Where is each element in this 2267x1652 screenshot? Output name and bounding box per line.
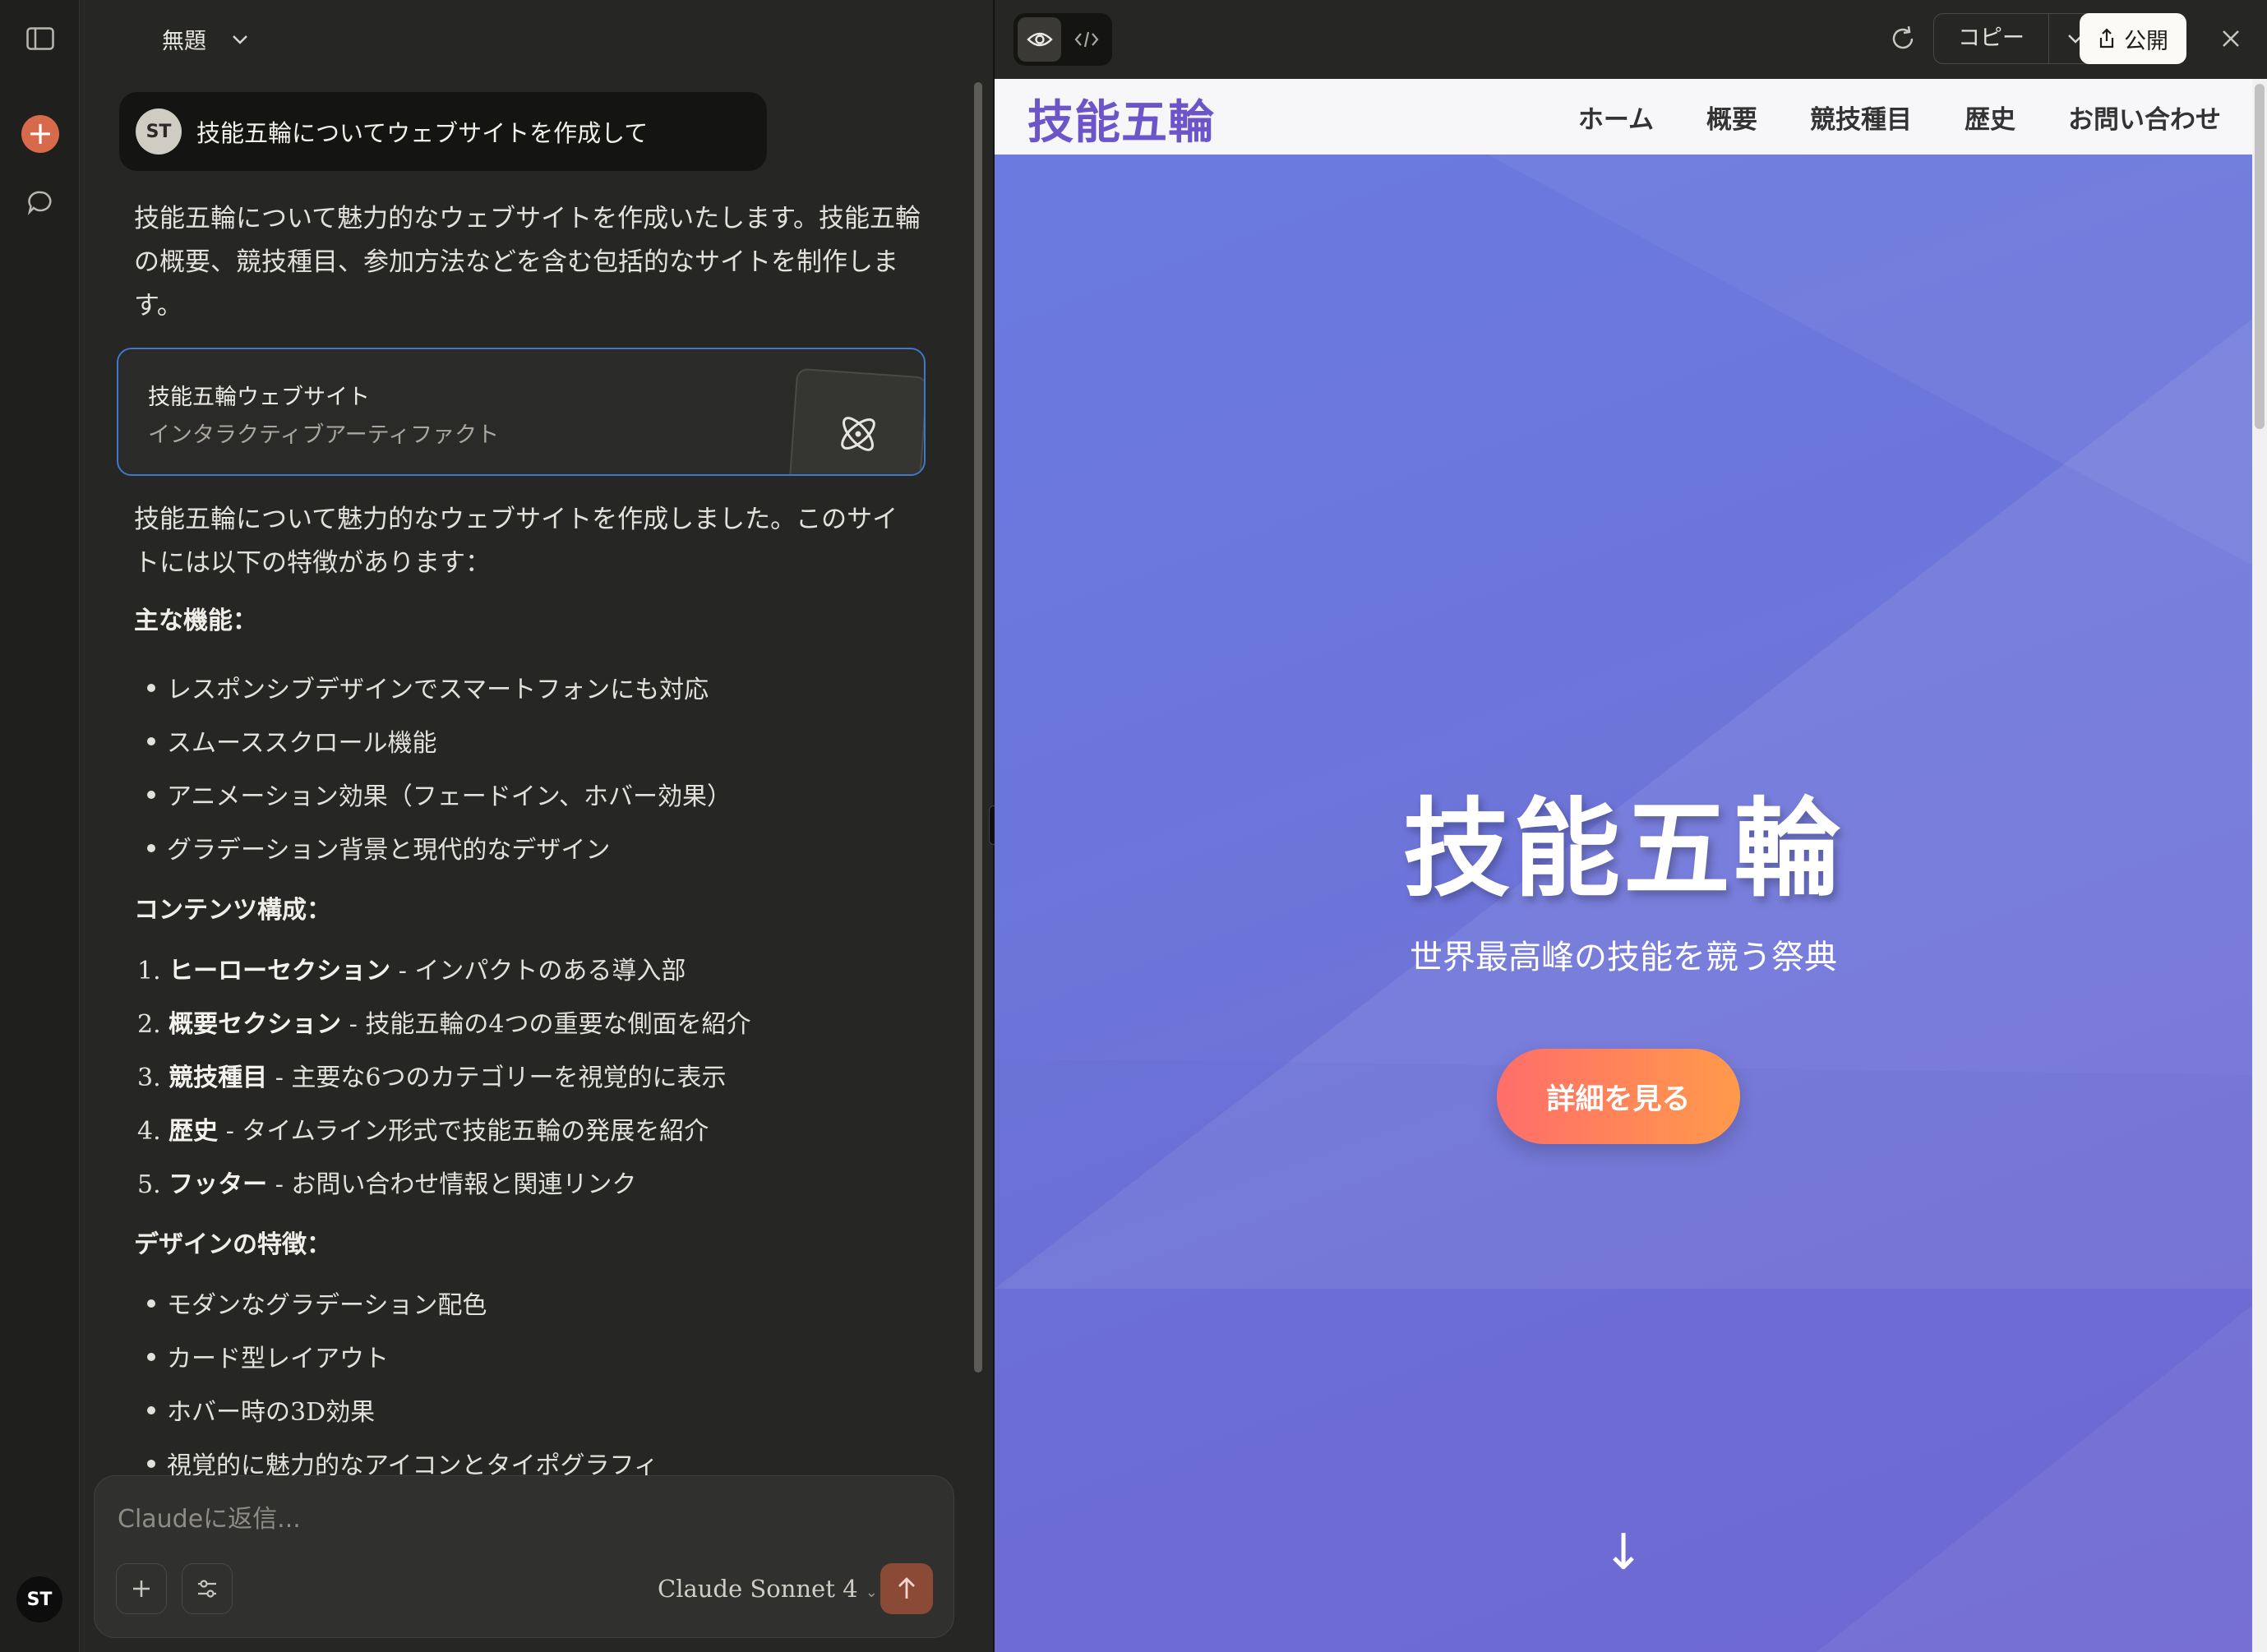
chat-title: 無題 xyxy=(162,29,206,54)
user-message: ST 技能五輪についてウェブサイトを作成して xyxy=(119,92,767,171)
artifact-title: 技能五輪ウェブサイト xyxy=(148,385,370,410)
list-item: 1. ヒーローセクション - インパクトのある導入部 xyxy=(137,950,686,986)
assistant-summary: 技能五輪について魅力的なウェブサイトを作成しました。このサイトには以下の特徴があ… xyxy=(134,505,898,578)
chat-pane: 無題 ST 技能五輪についてウェブサイトを作成して 技能五輪について魅力的なウェ… xyxy=(80,0,993,1652)
list-item: カード型レイアウト xyxy=(147,1338,389,1374)
scrollbar-thumb[interactable] xyxy=(2255,84,2265,429)
plus-icon: + xyxy=(21,115,59,153)
user-avatar[interactable]: ST xyxy=(16,1576,62,1622)
nav-link-overview[interactable]: 概要 xyxy=(1706,99,1757,136)
copy-button[interactable]: コピー xyxy=(1934,14,2049,63)
preview-tab[interactable] xyxy=(1018,17,1061,62)
view-toggle xyxy=(1013,13,1112,66)
content-heading: コンテンツ構成： xyxy=(134,896,331,925)
artifact-panel: コピー 公開 技能五輪 ホーム 概要 競技種目 歴史 お問い合わせ 技能五輪 世… xyxy=(995,0,2267,1652)
item-rest: - お問い合わせ情報と関連リンク xyxy=(267,1170,637,1199)
scroll-down-icon[interactable]: ↓ xyxy=(1603,1524,1644,1581)
item-bold: ヒーローセクション xyxy=(169,957,391,985)
user-message-avatar: ST xyxy=(136,108,182,155)
sliders-icon xyxy=(198,1580,216,1598)
user-message-text: 技能五輪についてウェブサイトを作成して xyxy=(196,119,649,147)
site-logo[interactable]: 技能五輪 xyxy=(1027,85,1215,152)
left-rail: + ST xyxy=(0,0,80,1652)
nav-link-contact[interactable]: お問い合わせ xyxy=(2068,99,2221,136)
list-item: モダンなグラデーション配色 xyxy=(146,1285,487,1321)
item-rest: - インパクトのある導入部 xyxy=(390,957,686,985)
list-item: 5. フッター - お問い合わせ情報と関連リンク xyxy=(137,1164,636,1200)
arrow-up-icon xyxy=(898,1577,915,1599)
publish-label: 公開 xyxy=(2124,28,2168,54)
composer: Claude Sonnet 4 ⌄ xyxy=(94,1475,954,1638)
website-preview: 技能五輪 ホーム 概要 競技種目 歴史 お問い合わせ 技能五輪 世界最高峰の技能… xyxy=(995,79,2252,1652)
item-bold: フッター xyxy=(169,1170,268,1199)
chevron-down-icon: ⌄ xyxy=(865,1584,878,1601)
list-item: 2. 概要セクション - 技能五輪の4つの重要な側面を紹介 xyxy=(137,1004,750,1040)
list-item: スムーススクロール機能 xyxy=(147,722,437,759)
copy-button-group: コピー xyxy=(1933,13,2103,64)
artifact-card[interactable]: 技能五輪ウェブサイト インタラクティブアーティファクト xyxy=(117,348,926,476)
item-bold: 概要セクション xyxy=(169,1010,342,1039)
eye-icon xyxy=(1026,32,1053,47)
tools-button[interactable] xyxy=(182,1563,233,1614)
close-button[interactable] xyxy=(2208,13,2254,64)
code-tab[interactable] xyxy=(1064,17,1108,62)
hero-subtitle: 世界最高峰の技能を競う祭典 xyxy=(1410,939,1837,976)
nav-link-history[interactable]: 歴史 xyxy=(1965,99,2015,136)
item-number: 4. xyxy=(137,1117,161,1146)
item-bold: 歴史 xyxy=(169,1117,219,1146)
preview-scrollbar[interactable] xyxy=(2252,79,2267,1652)
nav-link-events[interactable]: 競技種目 xyxy=(1810,99,1912,136)
item-number: 3. xyxy=(137,1064,161,1092)
chevron-down-icon xyxy=(233,35,247,44)
site-navbar: 技能五輪 ホーム 概要 競技種目 歴史 お問い合わせ xyxy=(995,79,2252,155)
item-bold: 競技種目 xyxy=(169,1064,268,1092)
publish-button[interactable]: 公開 xyxy=(2080,13,2186,64)
design-heading: デザインの特徴： xyxy=(134,1230,331,1259)
new-chat-button[interactable]: + xyxy=(20,113,61,155)
list-item: ホバー時の3D効果 xyxy=(146,1391,375,1428)
item-number: 1. xyxy=(137,957,161,985)
artifact-subtitle: インタラクティブアーティファクト xyxy=(148,422,500,448)
react-atom-icon xyxy=(787,367,924,474)
chats-icon[interactable] xyxy=(20,182,61,224)
chat-title-menu[interactable]: 無題 xyxy=(162,23,249,55)
site-nav-links: ホーム 概要 競技種目 歴史 お問い合わせ xyxy=(1578,99,2221,136)
refresh-button[interactable] xyxy=(1880,13,1926,64)
details-button[interactable]: 詳細を見る xyxy=(1497,1049,1740,1144)
item-rest: - 主要な6つのカテゴリーを視覚的に表示 xyxy=(267,1064,727,1092)
close-icon xyxy=(2223,30,2239,47)
list-item: 3. 競技種目 - 主要な6つのカテゴリーを視覚的に表示 xyxy=(137,1057,726,1093)
item-rest: - タイムライン形式で技能五輪の発展を紹介 xyxy=(218,1117,709,1146)
hero-section: 技能五輪 世界最高峰の技能を競う祭典 詳細を見る ↓ xyxy=(995,155,2252,1652)
model-name: Claude Sonnet 4 xyxy=(658,1575,858,1603)
reply-input[interactable] xyxy=(118,1501,923,1537)
hero-title: 技能五輪 xyxy=(1402,787,1844,911)
list-item: グラデーション背景と現代的なデザイン xyxy=(146,829,610,865)
send-button[interactable] xyxy=(880,1563,933,1614)
model-selector[interactable]: Claude Sonnet 4 ⌄ xyxy=(658,1575,878,1603)
attach-button[interactable] xyxy=(116,1563,167,1614)
assistant-intro: 技能五輪について魅力的なウェブサイトを作成いたします。技能五輪の概要、競技種目、… xyxy=(134,204,921,321)
list-item: アニメーション効果（フェードイン、ホバー効果） xyxy=(147,776,732,812)
item-number: 5. xyxy=(137,1170,161,1199)
features-heading: 主な機能： xyxy=(134,607,257,635)
chat-scrollbar[interactable] xyxy=(974,82,982,1373)
nav-link-home[interactable]: ホーム xyxy=(1578,99,1654,136)
item-rest: - 技能五輪の4つの重要な側面を紹介 xyxy=(341,1010,751,1039)
sidebar-toggle-icon[interactable] xyxy=(20,18,61,59)
plus-icon xyxy=(133,1580,150,1597)
list-item: レスポンシブデザインでスマートフォンにも対応 xyxy=(146,669,709,705)
artifact-toolbar: コピー 公開 xyxy=(995,0,2267,79)
code-icon xyxy=(1074,31,1098,48)
share-icon xyxy=(2099,28,2114,48)
item-number: 2. xyxy=(137,1010,161,1039)
refresh-icon xyxy=(1892,25,1914,49)
list-item: 4. 歴史 - タイムライン形式で技能五輪の発展を紹介 xyxy=(137,1110,709,1147)
